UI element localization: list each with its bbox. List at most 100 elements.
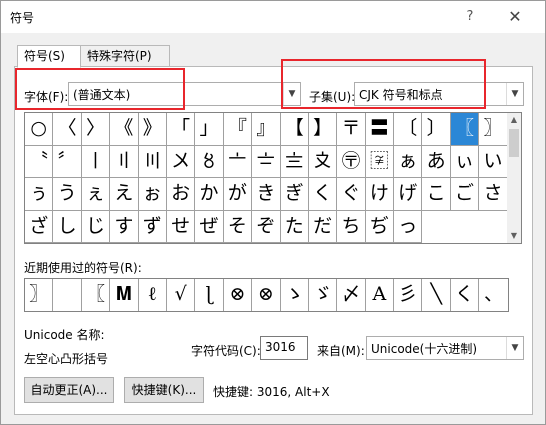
recent-symbol-cell[interactable] [53,279,82,311]
symbol-cell[interactable]: 「 [166,113,196,146]
symbol-cell[interactable]: 〒 [337,113,366,146]
symbol-cell[interactable]: ぜ [195,210,224,243]
recent-symbol-cell[interactable]: ╲ [422,279,451,311]
symbol-cell[interactable]: ご [450,178,480,211]
symbol-cell[interactable]: あ [422,145,451,178]
symbol-cell[interactable]: く [308,178,338,211]
symbol-cell[interactable]: そ [223,210,253,243]
symbol-cell[interactable]: 〈 [53,113,82,146]
symbol-cell[interactable]: 【 [280,113,309,146]
tab-symbols[interactable]: 符号(S) [17,45,81,68]
tab-special-characters[interactable]: 特殊字符(P) [80,45,170,67]
symbol-cell[interactable]: 〔 [394,113,423,146]
symbol-cell[interactable]: ○ [25,113,54,146]
recent-symbol-cell[interactable]: ⊗ [224,279,253,311]
symbol-cell[interactable]: げ [394,178,423,211]
recent-symbol-cell[interactable]: ɭ [195,279,224,311]
symbol-cell[interactable]: け [365,178,395,211]
symbol-cell[interactable]: 〢 [110,145,139,178]
symbol-cell[interactable]: 〝 [25,145,54,178]
symbol-cell[interactable]: 」 [195,113,224,146]
scroll-down-icon[interactable]: ▼ [507,229,521,243]
symbol-cell[interactable]: き [252,178,281,211]
from-label: 来自(M): [317,344,365,358]
autocorrect-button[interactable]: 自动更正(A)... [24,377,114,403]
symbol-cell[interactable]: ち [337,210,366,243]
chevron-down-icon[interactable]: ▼ [506,83,523,105]
symbol-cell[interactable]: ぎ [280,178,309,211]
symbol-cell[interactable]: 〤 [166,145,196,178]
recent-symbol-cell[interactable]: ℓ [139,279,167,311]
close-button[interactable]: ✕ [503,6,527,28]
symbol-cell[interactable]: ぃ [450,145,480,178]
symbol-cell[interactable]: 『 [223,113,253,146]
symbol-cell[interactable]: 《 [110,113,139,146]
symbol-cell[interactable]: ざ [25,210,54,243]
symbol-cell[interactable]: い [479,145,508,178]
symbol-grid[interactable]: ○ 〈〉《》「」『』【】〒〓〔〕〖〗〝〞〡〢〣〤〥〦〧〨〩〶〾ぁあぃいぅうぇえぉお… [24,112,509,244]
recent-symbol-cell[interactable]: √ [167,279,196,311]
symbol-grid-scrollbar[interactable]: ▲ ▼ [507,112,522,244]
symbol-cell[interactable]: 〦 [223,145,253,178]
recent-symbol-cell[interactable]: ゞ [309,279,338,311]
symbol-cell[interactable]: 〓 [365,113,395,146]
symbol-cell[interactable]: 〗 [479,113,508,146]
symbol-cell[interactable]: っ [394,210,423,243]
symbol-cell[interactable]: 〞 [53,145,82,178]
symbol-cell[interactable]: ぁ [394,145,423,178]
scroll-up-icon[interactable]: ▲ [507,113,521,127]
symbol-cell[interactable]: 〨 [280,145,309,178]
symbol-cell[interactable]: 〧 [252,145,281,178]
chevron-down-icon[interactable]: ▼ [506,337,523,359]
symbol-cell[interactable]: が [223,178,253,211]
symbol-cell[interactable]: 〡 [81,145,111,178]
symbol-cell[interactable]: 〩 [308,145,338,178]
scroll-thumb[interactable] [509,129,519,157]
recent-symbol-cell[interactable]: 彡 [394,279,423,311]
symbol-cell[interactable]: た [280,210,309,243]
symbol-cell[interactable]: 〣 [138,145,167,178]
symbol-cell[interactable]: ぅ [25,178,54,211]
symbol-cell[interactable]: う [53,178,82,211]
symbol-cell[interactable]: 〖 [450,113,480,146]
symbol-cell[interactable]: 》 [138,113,167,146]
symbol-cell[interactable]: え [110,178,139,211]
subset-highlight-box [281,59,486,109]
recent-symbol-cell[interactable]: 〆 [337,279,366,311]
recent-symbol-cell[interactable]: く [451,279,480,311]
symbol-cell[interactable]: か [195,178,224,211]
recent-symbol-cell[interactable]: 〗 [25,279,54,311]
recent-symbol-cell[interactable]: Α [366,279,395,311]
symbol-cell[interactable]: さ [479,178,508,211]
recent-symbol-cell[interactable]: 〖 [82,279,111,311]
symbol-cell[interactable]: ぐ [337,178,366,211]
symbol-cell[interactable]: 〾 [365,145,395,178]
shortcut-key-button[interactable]: 快捷键(K)... [124,377,204,403]
recent-symbol-cell[interactable]: ⊗ [252,279,281,311]
symbol-cell[interactable]: お [166,178,196,211]
char-code-input[interactable]: 3016 [260,336,308,360]
symbol-cell[interactable]: だ [308,210,338,243]
recent-symbol-cell[interactable]: 、 [479,279,507,311]
symbol-cell[interactable]: 〉 [81,113,111,146]
symbol-cell[interactable]: ず [138,210,167,243]
symbol-cell[interactable]: 』 [252,113,281,146]
symbol-cell[interactable]: ぢ [365,210,395,243]
symbol-cell[interactable]: 〶 [337,145,366,178]
recent-symbol-cell[interactable]: ゝ [281,279,309,311]
symbol-cell[interactable]: じ [81,210,111,243]
symbol-cell[interactable]: ぉ [138,178,167,211]
symbol-cell[interactable]: 】 [308,113,338,146]
symbol-cell[interactable]: す [110,210,139,243]
from-select[interactable]: Unicode(十六进制) ▼ [366,336,524,360]
symbol-cell[interactable]: こ [422,178,451,211]
symbol-cell[interactable]: 〥 [195,145,224,178]
symbol-cell[interactable]: し [53,210,82,243]
symbol-cell[interactable]: ぞ [252,210,281,243]
recent-symbol-cell[interactable]: 𝐌 [110,279,139,311]
symbol-cell[interactable]: ぇ [81,178,111,211]
symbol-cell[interactable]: 〕 [422,113,451,146]
symbol-cell[interactable]: せ [166,210,196,243]
help-button[interactable]: ? [459,6,481,28]
dialog-title: 符号 [10,11,35,25]
